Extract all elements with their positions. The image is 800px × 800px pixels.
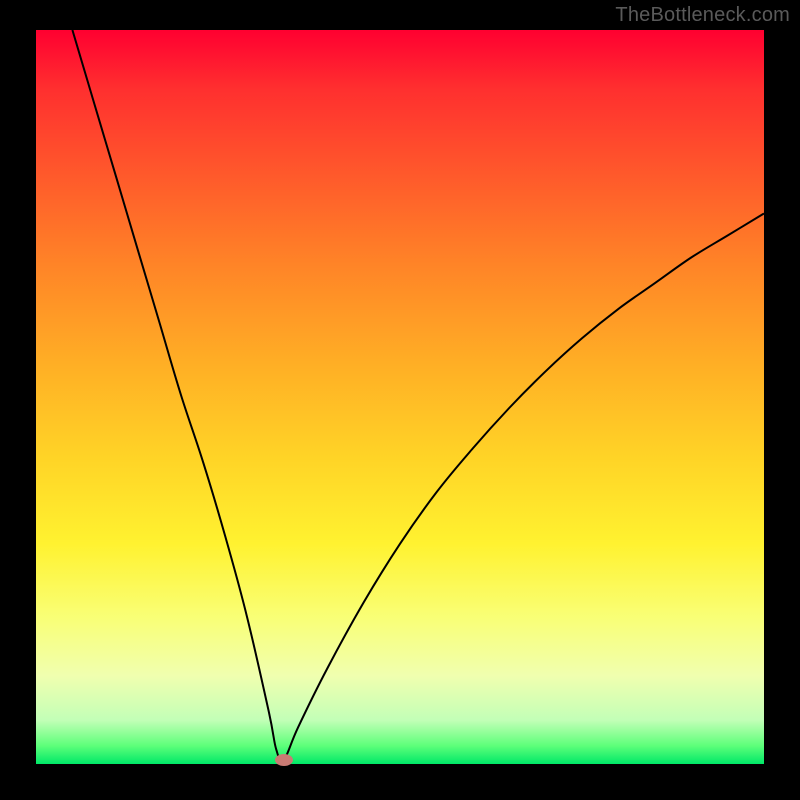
curve-path: [72, 30, 764, 762]
optimum-marker: [275, 754, 293, 766]
plot-area: [36, 30, 764, 764]
chart-frame: TheBottleneck.com: [0, 0, 800, 800]
bottleneck-curve: [36, 30, 764, 764]
watermark-text: TheBottleneck.com: [615, 4, 790, 27]
